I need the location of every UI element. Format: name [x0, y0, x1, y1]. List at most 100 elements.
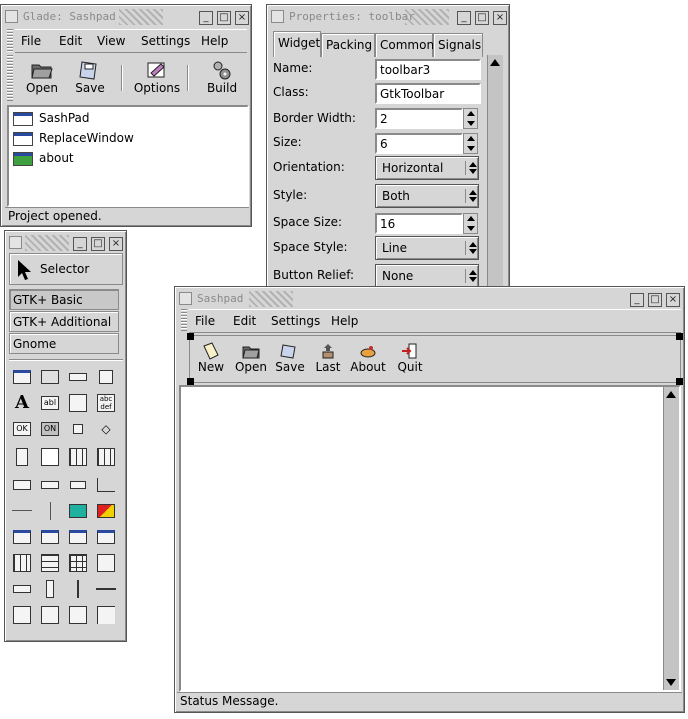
space-size-spinner[interactable] — [463, 213, 478, 234]
window-menu-icon[interactable] — [179, 292, 192, 305]
button-widget-icon[interactable]: OK — [11, 419, 33, 441]
optionmenu-widget-icon[interactable] — [11, 475, 33, 497]
palette-group-gtk-basic[interactable]: GTK+ Basic — [9, 289, 119, 310]
new-button[interactable]: New — [194, 342, 228, 374]
minimize-icon[interactable]: _ — [199, 11, 213, 25]
size-spinner[interactable] — [463, 133, 478, 154]
menu-settings[interactable]: Settings — [141, 34, 190, 48]
pixmap-widget-icon[interactable] — [67, 501, 89, 523]
about-button[interactable]: About — [348, 342, 388, 374]
quit-button[interactable]: Quit — [394, 342, 426, 374]
open-button[interactable]: Open — [21, 59, 63, 95]
menu-edit[interactable]: Edit — [59, 34, 82, 48]
sashpad-text-area[interactable] — [179, 385, 681, 692]
combo-widget-icon[interactable] — [67, 393, 89, 415]
tab-signals[interactable]: Signals — [433, 33, 483, 57]
fileselection-widget-icon[interactable] — [39, 527, 61, 549]
close-icon[interactable]: × — [666, 293, 680, 307]
radio-widget-icon[interactable]: ◇ — [95, 419, 117, 441]
fixed-widget-icon[interactable] — [95, 553, 117, 575]
scroll-up-icon[interactable] — [666, 391, 676, 398]
menu-help[interactable]: Help — [201, 34, 228, 48]
hbox-widget-icon[interactable] — [11, 553, 33, 575]
hbuttonbox-widget-icon[interactable] — [11, 579, 33, 601]
table-widget-icon[interactable] — [67, 553, 89, 575]
palette-group-gnome[interactable]: Gnome — [9, 333, 119, 354]
frame-widget-icon[interactable] — [11, 605, 33, 627]
list-widget-icon[interactable] — [11, 447, 33, 469]
menubar-handle[interactable] — [181, 309, 187, 331]
maximize-icon[interactable]: □ — [475, 11, 489, 25]
fontselection-widget-icon[interactable] — [95, 527, 117, 549]
style-select[interactable]: Both — [375, 184, 479, 208]
hslider-widget-icon[interactable] — [95, 579, 117, 601]
last-button[interactable]: Last — [312, 342, 344, 374]
vbuttonbox-widget-icon[interactable] — [39, 579, 61, 601]
build-button[interactable]: Build — [201, 59, 243, 95]
vslider-widget-icon[interactable] — [67, 579, 89, 601]
minimize-icon[interactable]: _ — [457, 11, 471, 25]
open-button[interactable]: Open — [232, 342, 270, 374]
toolbar-handle[interactable] — [7, 55, 13, 101]
window-menu-icon[interactable] — [5, 10, 18, 23]
scroll-down-icon[interactable] — [666, 679, 676, 686]
spinbutton-widget-icon[interactable] — [67, 475, 89, 497]
size-field[interactable]: 6 — [375, 133, 463, 154]
handlebox-widget-icon[interactable] — [95, 367, 117, 389]
scroll-up-icon[interactable] — [490, 59, 500, 66]
space-style-select[interactable]: Line — [375, 236, 479, 260]
window-menu-icon[interactable] — [9, 236, 22, 249]
palette-group-gtk-additional[interactable]: GTK+ Additional — [9, 311, 119, 332]
name-field[interactable]: toolbar3 — [375, 59, 481, 80]
save-button[interactable]: Save — [69, 59, 111, 95]
selection-handle[interactable] — [187, 333, 194, 340]
close-icon[interactable]: × — [109, 237, 123, 251]
aspectframe-widget-icon[interactable] — [39, 605, 61, 627]
project-item-replacewindow[interactable]: ReplaceWindow — [13, 129, 213, 149]
checkbox-widget-icon[interactable] — [67, 419, 89, 441]
maximize-icon[interactable]: □ — [91, 237, 105, 251]
selection-handle[interactable] — [187, 378, 194, 385]
hseparator-widget-icon[interactable] — [11, 501, 33, 523]
project-item-sashpad[interactable]: SashPad — [13, 109, 213, 129]
class-field[interactable]: GtkToolbar — [375, 83, 481, 104]
menu-edit[interactable]: Edit — [233, 314, 256, 328]
menubar-handle[interactable] — [7, 29, 13, 53]
menu-help[interactable]: Help — [331, 314, 358, 328]
selection-handle[interactable] — [676, 333, 683, 340]
properties-titlebar[interactable]: Properties: toolbar _ □ × — [269, 7, 507, 27]
properties-scrollbar[interactable] — [487, 55, 503, 301]
project-tree[interactable]: SashPad ReplaceWindow about — [7, 105, 249, 207]
glade-titlebar[interactable]: Glade: Sashpad _ □ × — [3, 7, 249, 27]
label-widget-icon[interactable]: A — [11, 393, 33, 415]
entry-widget-icon[interactable]: abl — [39, 393, 61, 415]
clist-widget-icon[interactable] — [67, 447, 89, 469]
toggle-widget-icon[interactable]: ON — [39, 419, 61, 441]
selection-handle[interactable] — [676, 378, 683, 385]
tab-packing[interactable]: Packing — [321, 33, 375, 57]
text-scrollbar[interactable] — [663, 387, 679, 690]
dialog-widget-icon[interactable] — [11, 527, 33, 549]
minimize-icon[interactable]: _ — [73, 237, 87, 251]
tree-widget-icon[interactable] — [39, 447, 61, 469]
close-icon[interactable]: × — [493, 11, 507, 25]
save-button[interactable]: Save — [272, 342, 308, 374]
selector-button[interactable]: Selector — [9, 253, 123, 285]
project-item-about[interactable]: about — [13, 149, 213, 169]
colorselection-widget-icon[interactable] — [67, 527, 89, 549]
maximize-icon[interactable]: □ — [648, 293, 662, 307]
border-width-spinner[interactable] — [463, 108, 478, 129]
window-widget-icon[interactable] — [11, 367, 33, 389]
ctree-widget-icon[interactable] — [95, 447, 117, 469]
options-button[interactable]: Options — [131, 59, 183, 95]
combobox-widget-icon[interactable] — [39, 475, 61, 497]
palette-titlebar[interactable]: _ □ × — [7, 233, 124, 253]
ruler-widget-icon[interactable] — [95, 475, 117, 497]
scrolledwindow-widget-icon[interactable] — [67, 605, 89, 627]
minimize-icon[interactable]: _ — [630, 293, 644, 307]
border-width-field[interactable]: 2 — [375, 108, 463, 129]
vbox-widget-icon[interactable] — [39, 553, 61, 575]
menubar-widget-icon[interactable] — [39, 367, 61, 389]
text-widget-icon[interactable]: abc def — [95, 393, 117, 415]
toolbar-widget-icon[interactable] — [67, 367, 89, 389]
